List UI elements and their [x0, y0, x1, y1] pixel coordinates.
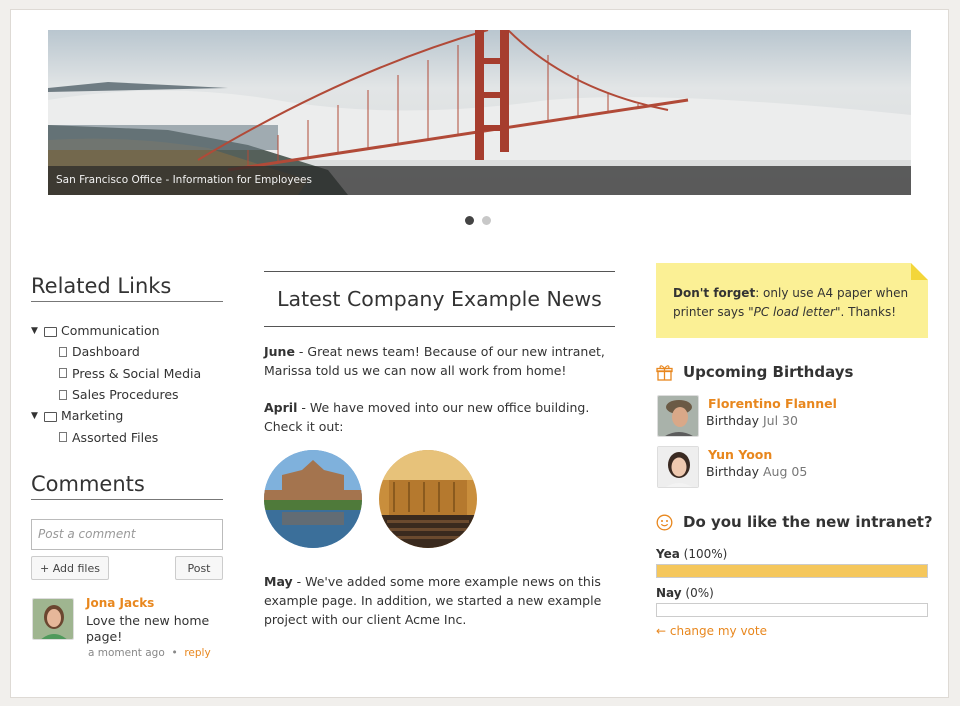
birthday-label: Birthday: [706, 413, 760, 428]
tree-group-label: Communication: [61, 323, 160, 339]
note-italic: PC load letter: [753, 305, 835, 319]
office-auditorium-image[interactable]: [379, 450, 477, 548]
comment-input[interactable]: Post a comment: [31, 519, 223, 550]
birthday-avatar-yun: [657, 446, 699, 488]
comment-author[interactable]: Jona Jacks: [86, 596, 154, 610]
news-text: - Great news team! Because of our new in…: [264, 344, 605, 378]
poll-bar-yea: [656, 564, 928, 578]
meta-separator: •: [171, 647, 178, 659]
reminder-note: Don't forget: only use A4 paper when pri…: [656, 263, 928, 338]
hero-carousel[interactable]: San Francisco Office - Information for E…: [48, 30, 911, 195]
note-text-after: ". Thanks!: [834, 305, 897, 319]
expand-triangle-icon[interactable]: ▼: [31, 326, 43, 336]
option-label: Nay: [656, 586, 682, 600]
note-bold: Don't forget: [673, 286, 756, 300]
option-label: Yea: [656, 547, 680, 561]
tree-item-label: Assorted Files: [72, 429, 159, 445]
birthday-date: Aug 05: [763, 464, 808, 479]
hero-caption: San Francisco Office - Information for E…: [48, 166, 911, 195]
folder-open-icon: [43, 326, 57, 337]
news-text: - We've added some more example news on …: [264, 574, 602, 627]
related-links-section: Related Links ▼ Communication Dashboard …: [31, 274, 223, 448]
tree-group-label: Marketing: [61, 408, 124, 424]
tree-item-sales-procedures[interactable]: Sales Procedures: [31, 384, 223, 405]
birthdays-title: Upcoming Birthdays: [683, 363, 854, 381]
option-percent: (100%): [683, 547, 728, 561]
post-button[interactable]: Post: [175, 556, 223, 580]
add-files-button[interactable]: + Add files: [31, 556, 109, 580]
news-entry-april: April - We have moved into our new offic…: [264, 398, 616, 436]
birthday-name[interactable]: Florentino Flannel: [708, 396, 837, 411]
page-icon: [59, 389, 67, 400]
smiley-icon: [656, 514, 673, 530]
comments-title: Comments: [31, 472, 223, 500]
tree-item-label: Press & Social Media: [72, 365, 202, 381]
comment-meta: a moment ago • reply: [88, 647, 211, 659]
poll-bar-nay: [656, 603, 928, 617]
tree-item-dashboard[interactable]: Dashboard: [31, 341, 223, 362]
tree-item-press-social-media[interactable]: Press & Social Media: [31, 363, 223, 384]
news-month: April: [264, 400, 298, 415]
carousel-dot-2[interactable]: [482, 216, 491, 225]
commenter-avatar: [32, 598, 74, 640]
gift-icon: [656, 364, 673, 381]
poll-bar-fill: [657, 565, 927, 577]
tree-item-label: Dashboard: [72, 344, 140, 360]
poll-title: Do you like the new intranet?: [683, 513, 933, 531]
tree-item-assorted-files[interactable]: Assorted Files: [31, 426, 223, 447]
news-month: June: [264, 344, 295, 359]
tree-item-label: Sales Procedures: [72, 387, 179, 403]
poll-option-yea[interactable]: Yea (100%): [656, 547, 727, 561]
comment-text: Love the new home page!: [86, 613, 210, 644]
reply-link[interactable]: reply: [184, 647, 210, 659]
change-vote-link[interactable]: ← change my vote: [656, 624, 767, 638]
news-entry-june: June - Great news team! Because of our n…: [264, 342, 616, 380]
news-title: Latest Company Example News: [264, 271, 615, 327]
carousel-dot-1[interactable]: [465, 216, 474, 225]
comments-section: Comments: [31, 472, 223, 500]
news-text: - We have moved into our new office buil…: [264, 400, 590, 434]
birthday-label: Birthday: [706, 464, 760, 479]
office-exterior-image[interactable]: [264, 450, 362, 548]
birthdays-header: Upcoming Birthdays: [656, 363, 853, 381]
comment-time: a moment ago: [88, 647, 165, 659]
birthday-date: Jul 30: [763, 413, 798, 428]
tree-group-communication[interactable]: ▼ Communication: [31, 320, 223, 341]
option-percent: (0%): [685, 586, 714, 600]
poll-header: Do you like the new intranet?: [656, 513, 933, 531]
carousel-indicators: [465, 216, 491, 225]
birthday-name[interactable]: Yun Yoon: [708, 447, 772, 462]
news-entry-may: May - We've added some more example news…: [264, 572, 616, 629]
tree-group-marketing[interactable]: ▼ Marketing: [31, 405, 223, 426]
page-icon: [59, 346, 67, 357]
birthday-line: Birthday Aug 05: [706, 464, 807, 479]
related-links-tree: ▼ Communication Dashboard Press & Social…: [31, 320, 223, 448]
page-icon: [59, 432, 67, 443]
folder-open-icon: [43, 411, 57, 422]
expand-triangle-icon[interactable]: ▼: [31, 411, 43, 421]
poll-option-nay[interactable]: Nay (0%): [656, 586, 714, 600]
related-links-title: Related Links: [31, 274, 223, 302]
page-icon: [59, 368, 67, 379]
birthday-line: Birthday Jul 30: [706, 413, 798, 428]
news-month: May: [264, 574, 293, 589]
birthday-avatar-florentino: [657, 395, 699, 437]
